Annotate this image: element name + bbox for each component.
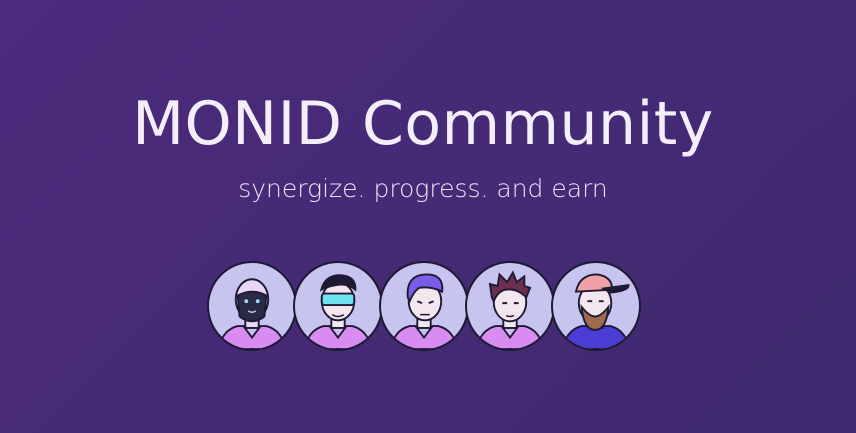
masked-avatar-icon: [207, 261, 297, 351]
page-subtitle: synergize. progress. and earn: [238, 174, 608, 203]
avatar-row: [207, 261, 641, 356]
spiky-hair-avatar-icon: [465, 261, 555, 351]
visor-avatar-icon: [293, 261, 383, 351]
page-title: MONID Community: [132, 89, 714, 159]
hero-section: MONID Community synergize. progress. and…: [0, 0, 856, 433]
purple-hair-avatar-icon: [379, 261, 469, 351]
cap-beard-avatar-icon: [551, 261, 641, 351]
